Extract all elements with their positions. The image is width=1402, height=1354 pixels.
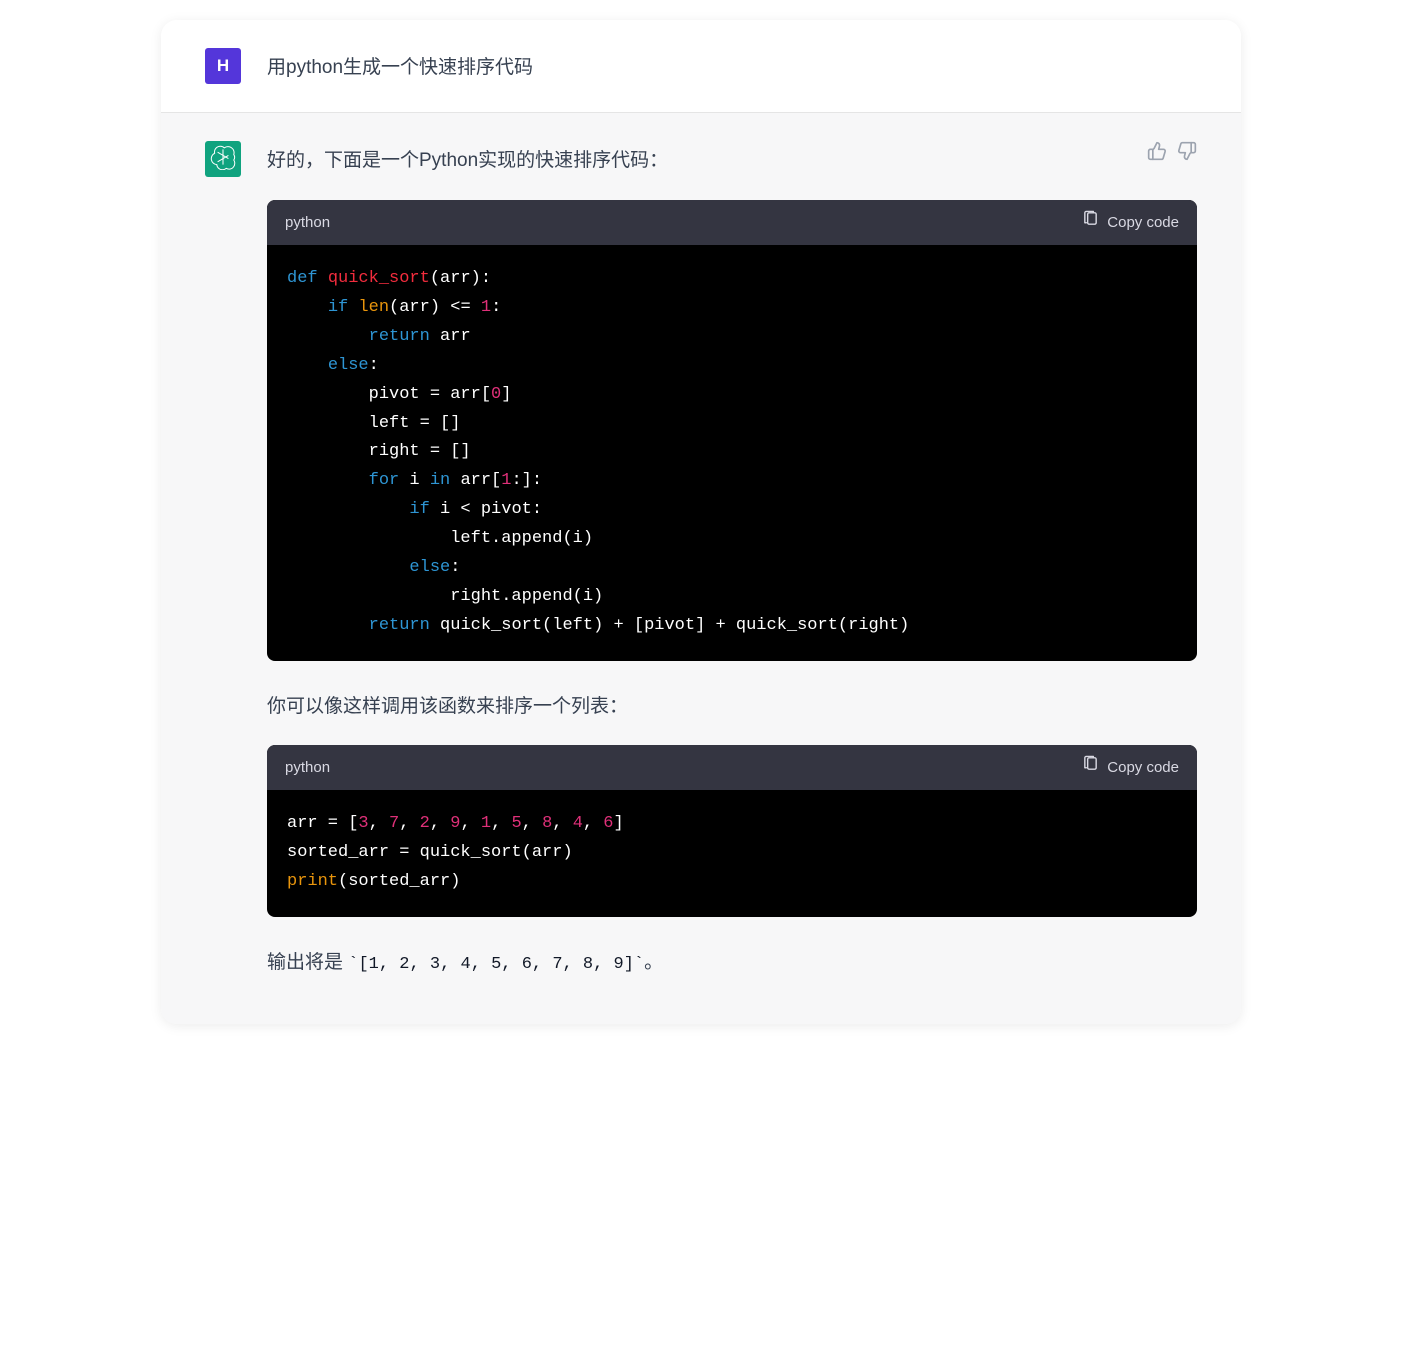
clipboard-icon [1082, 755, 1099, 781]
chat-card: H 用python生成一个快速排序代码 好的，下面是一个Python实现的快速排… [161, 20, 1241, 1024]
code-language-label: python [285, 755, 330, 781]
assistant-intro-text: 好的，下面是一个Python实现的快速排序代码： [267, 145, 1197, 177]
thumbs-up-icon[interactable] [1147, 141, 1167, 161]
clipboard-icon [1082, 210, 1099, 236]
copy-code-button[interactable]: Copy code [1082, 755, 1179, 781]
assistant-message-body: 好的，下面是一个Python实现的快速排序代码： python Copy cod… [267, 141, 1197, 980]
code-language-label: python [285, 210, 330, 236]
code-header: python Copy code [267, 745, 1197, 791]
code-content-1[interactable]: def quick_sort(arr): if len(arr) <= 1: r… [267, 245, 1197, 661]
user-message-text: 用python生成一个快速排序代码 [267, 48, 1197, 84]
assistant-followup-text: 你可以像这样调用该函数来排序一个列表： [267, 691, 1197, 723]
user-message: H 用python生成一个快速排序代码 [161, 20, 1241, 113]
assistant-message: 好的，下面是一个Python实现的快速排序代码： python Copy cod… [161, 113, 1241, 1024]
copy-code-label: Copy code [1107, 755, 1179, 781]
assistant-avatar [205, 141, 241, 177]
output-prefix: 输出将是 [267, 952, 348, 973]
thumbs-down-icon[interactable] [1177, 141, 1197, 161]
output-inline-code: `[1, 2, 3, 4, 5, 6, 7, 8, 9]` [348, 955, 644, 974]
user-avatar-letter: H [217, 56, 229, 76]
code-block-1: python Copy code def quick_sort(arr): if… [267, 200, 1197, 661]
output-suffix: 。 [644, 952, 663, 973]
feedback-buttons [1147, 141, 1197, 161]
user-avatar: H [205, 48, 241, 84]
code-content-2[interactable]: arr = [3, 7, 2, 9, 1, 5, 8, 4, 6] sorted… [267, 790, 1197, 917]
copy-code-button[interactable]: Copy code [1082, 210, 1179, 236]
assistant-output-text: 输出将是 `[1, 2, 3, 4, 5, 6, 7, 8, 9]`。 [267, 947, 1197, 980]
code-header: python Copy code [267, 200, 1197, 246]
openai-logo-icon [210, 144, 236, 175]
code-block-2: python Copy code arr = [3, 7, 2, 9, 1, 5… [267, 745, 1197, 917]
copy-code-label: Copy code [1107, 210, 1179, 236]
